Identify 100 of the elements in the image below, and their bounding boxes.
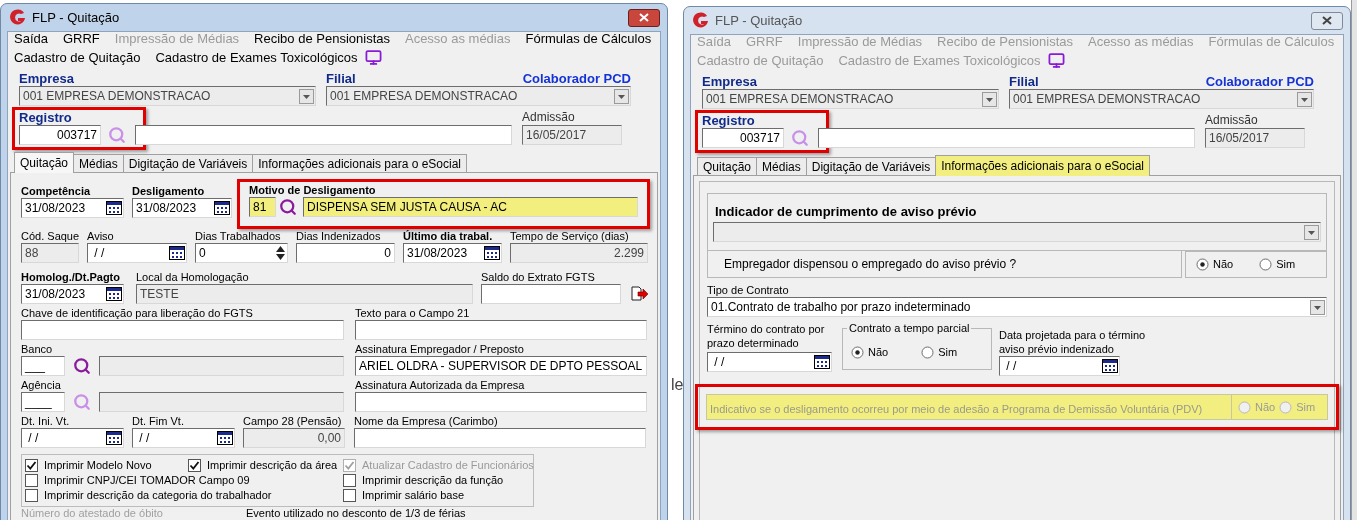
checkbox[interactable]: Imprimir Modelo Novo [25,458,188,473]
field-label: Assinatura Empregador / Preposto [355,342,525,356]
text-field[interactable] [99,356,344,376]
field-label: Tempo de Serviço (dias) [510,229,630,243]
number-field[interactable]: 0 [195,243,288,263]
field-label: Número do atestado de óbito [21,507,164,520]
tab[interactable]: Informações adicionais para o eSocial [252,154,467,173]
date-field[interactable]: 31/08/2023 [21,198,124,218]
menu-item[interactable]: GRRF [63,28,100,49]
text-field[interactable]: 003717 [702,128,784,148]
field-label: Texto para o Campo 21 [355,306,471,320]
radio-button[interactable]: Não [1196,256,1234,273]
field-label: Motivo de Desligamento [249,183,377,197]
field-label: Homolog./Dt.Pagto [21,270,121,284]
dropdown-field[interactable]: 01.Contrato de trabalho por prazo indeterminado [707,297,1327,317]
field-label: Data projetada para o término aviso prévio indenizado [999,328,1147,356]
field-label: Admissão [1205,113,1259,128]
date-field[interactable]: / / [21,428,124,448]
field-label: Dt. Ini. Vt. [21,414,71,428]
search-icon[interactable] [73,357,91,375]
monitor-icon[interactable] [364,49,382,66]
checkbox[interactable]: Imprimir salário base [343,488,534,503]
tab[interactable]: Quitação [697,157,758,176]
date-field[interactable]: 31/08/2023 [132,198,232,218]
field-label: Empresa [19,71,75,86]
field-label: Registro [19,110,73,125]
calendar-icon[interactable] [106,431,122,445]
spinner-arrows-icon[interactable] [275,245,286,261]
menu-item[interactable]: Saída [14,28,48,49]
field-label: Término do contrato por prazo determinado [707,322,826,350]
tab[interactable]: Informações adicionais para o eSocial [935,155,1150,176]
menu-item[interactable]: Cadastro de Quitação [14,47,141,68]
close-button[interactable] [1311,11,1343,30]
text-field[interactable]: ____ [21,392,65,412]
date-field[interactable]: 31/08/2023 [21,284,124,304]
field-label: Aviso [87,229,115,243]
date-field[interactable]: / / [132,428,235,448]
text-field[interactable] [355,320,647,340]
text-field[interactable]: ___ [21,356,65,376]
date-field[interactable]: 31/08/2023 [403,243,502,263]
text-field[interactable]: DISPENSA SEM JUSTA CAUSA - AC [303,197,638,217]
text-field[interactable]: ARIEL OLDRA - SUPERVISOR DE DPTO PESSOAL [355,356,647,376]
text-field[interactable] [818,128,1195,148]
calendar-icon[interactable] [214,201,230,215]
radio-button[interactable]: Não [851,343,889,361]
checkbox[interactable]: Imprimir descrição da área [188,458,343,473]
calendar-icon[interactable] [814,355,830,369]
text-field[interactable]: 81 [249,197,276,217]
tab[interactable]: Quitação [14,152,75,173]
date-field[interactable]: / / [707,352,832,372]
field-label: Nome da Empresa (Carimbo) [354,414,499,428]
field-label: Registro [702,113,756,128]
text-field[interactable]: 003717 [19,125,101,145]
calendar-icon[interactable] [106,201,122,215]
calendar-icon[interactable] [169,246,185,260]
checkbox[interactable]: Imprimir CNPJ/CEI TOMADOR Campo 09 [25,473,343,488]
radio-button[interactable]: Sim [921,343,958,361]
tab[interactable]: Médias [73,154,124,173]
checkbox[interactable]: Imprimir descrição da função [343,473,534,488]
close-button[interactable] [628,8,660,27]
calendar-icon[interactable] [1102,359,1118,373]
text-field[interactable] [355,392,647,412]
field-label: Dias Indenizados [296,229,382,243]
app-logo-icon [9,9,26,26]
field-label: Competência [21,184,92,198]
text-field[interactable] [354,428,646,448]
field-label: Filial [326,71,356,86]
search-icon[interactable] [279,198,297,216]
menu-item[interactable]: Recibo de Pensionistas [254,28,390,49]
menu-item[interactable]: Fórmulas de Cálculos [525,28,652,49]
field-label: Agência [21,378,62,392]
calendar-icon[interactable] [217,431,233,445]
field-label: Saldo do Extrato FGTS [481,270,596,284]
window-title: FLP - Quitação [715,11,803,30]
tab[interactable]: Médias [756,157,807,176]
calendar-icon[interactable] [106,287,122,301]
close-icon [639,13,649,22]
date-field[interactable]: / / [999,356,1120,376]
document-arrow-icon[interactable] [631,286,649,302]
radio-button[interactable]: Sim [1259,256,1296,273]
text-field[interactable]: 0 [296,243,395,263]
calendar-icon[interactable] [484,246,500,260]
text-field[interactable] [21,320,344,340]
text-field[interactable] [99,392,344,412]
group-title: Indicador de cumprimento de aviso prévio [714,204,978,219]
menu-item[interactable]: Cadastro de Exames Toxicológicos [155,47,358,68]
field-label: Cód. Saque [21,229,79,243]
tab[interactable]: Digitação de Variáveis [805,157,937,176]
pcd-link[interactable]: Colaborador PCD [522,71,631,86]
checkbox[interactable]: Imprimir descrição da categoria do trabalhador [25,488,343,503]
pcd-link[interactable]: Colaborador PCD [1205,74,1314,89]
date-field[interactable]: / / [87,243,187,263]
field-label: Último dia trabal. [403,229,494,243]
background-text: le [670,376,683,393]
tab[interactable]: Digitação de Variáveis [122,154,254,173]
field-label: Assinatura Autorizada da Empresa [355,378,526,392]
text-field[interactable] [135,125,512,145]
monitor-icon[interactable] [1047,52,1065,69]
field-label: Banco [21,342,54,356]
text-field[interactable] [481,284,621,304]
